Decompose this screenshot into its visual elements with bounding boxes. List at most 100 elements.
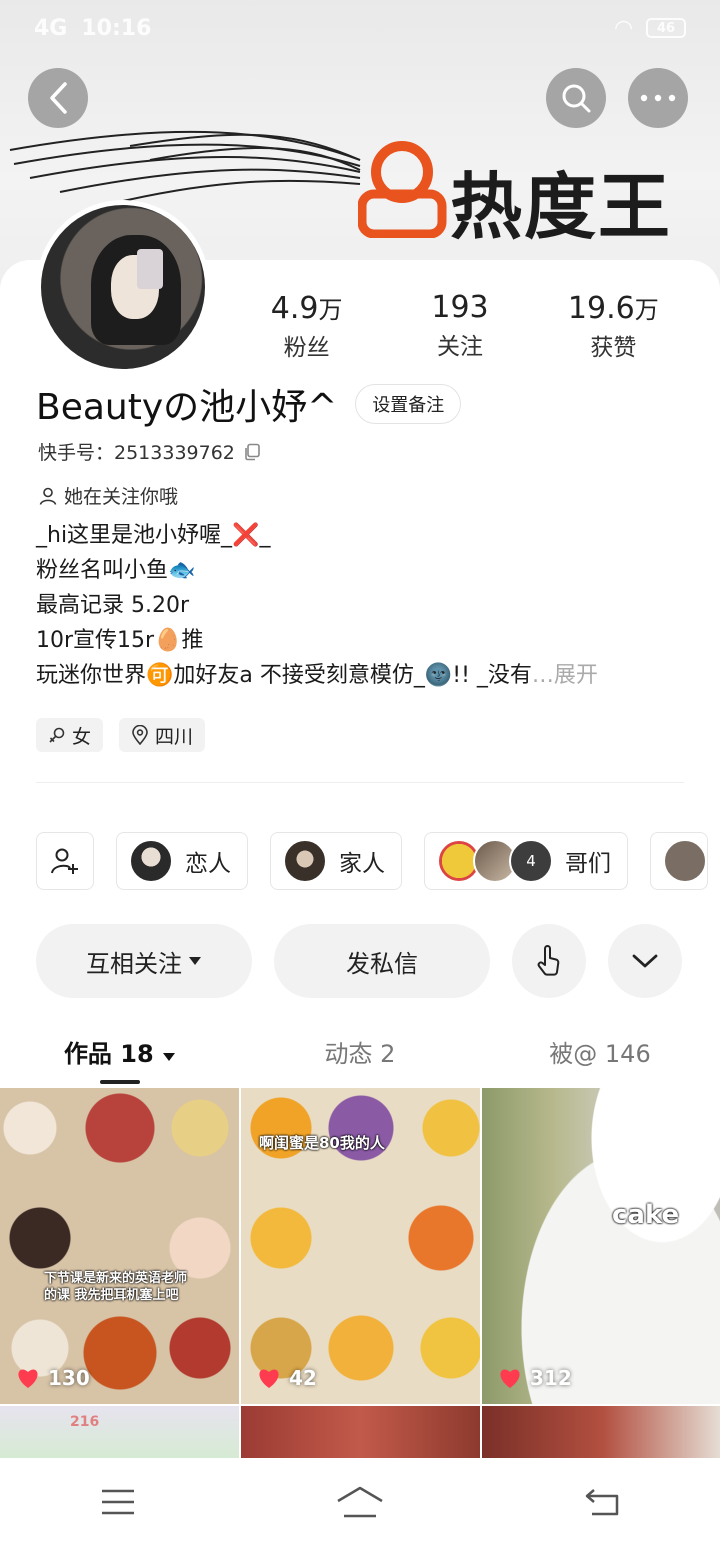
post-thumbnail[interactable]: 216 xyxy=(0,1406,239,1458)
profile-tags: 女 四川 xyxy=(36,718,206,752)
stat-fans[interactable]: 4.9万 粉丝 xyxy=(230,290,383,362)
wifi-icon: ◠ xyxy=(615,15,632,41)
post-thumbnail[interactable] xyxy=(482,1406,720,1458)
caret-down-icon xyxy=(163,1053,176,1061)
post-likes-count: 130 xyxy=(48,1366,90,1390)
stat-following-value: 193 xyxy=(431,290,489,325)
divider xyxy=(36,782,684,783)
female-icon xyxy=(49,727,65,743)
relation-avatar xyxy=(663,839,707,883)
back-button[interactable] xyxy=(28,68,88,128)
tab-works-label: 作品 18 xyxy=(63,1040,154,1068)
tab-mentions[interactable]: 被@ 146 xyxy=(480,1020,720,1086)
stat-likes[interactable]: 19.6万 获赞 xyxy=(537,290,690,362)
location-tag: 四川 xyxy=(119,718,206,752)
stat-likes-label: 获赞 xyxy=(590,335,637,361)
stat-fans-value: 4.9 xyxy=(270,291,319,326)
relation-buddies[interactable]: 4 哥们 xyxy=(424,832,628,890)
post-likes-count: 312 xyxy=(530,1366,572,1390)
add-relation-button[interactable] xyxy=(36,832,94,890)
banner-title: 热度王 xyxy=(450,164,673,249)
follows-you-text: 她在关注你哦 xyxy=(64,486,179,508)
wings-graphic xyxy=(9,130,361,205)
bio-line-last: 玩迷你世界🉑加好友a 不接受刻意模仿_🌚!! _没有…展开 xyxy=(36,658,686,693)
set-remark-button[interactable]: 设置备注 xyxy=(355,384,462,424)
search-button[interactable] xyxy=(546,68,606,128)
stat-likes-value: 19.6 xyxy=(567,291,635,326)
heart-icon xyxy=(500,1369,520,1388)
stat-fans-unit: 万 xyxy=(318,296,343,324)
heart-icon xyxy=(259,1369,279,1388)
relation-avatar: 4 xyxy=(509,839,553,883)
mutual-follow-label: 互相关注 xyxy=(86,949,182,978)
add-person-icon xyxy=(51,848,78,874)
more-dots-icon xyxy=(640,94,676,102)
copy-icon[interactable] xyxy=(243,443,261,461)
bio-expand-link[interactable]: …展开 xyxy=(532,663,598,688)
relation-family[interactable]: 家人 xyxy=(270,832,402,890)
bio-line: _hi这里是池小妤喔_❌_ xyxy=(36,523,271,548)
post-likes: 130 xyxy=(16,1366,90,1390)
location-pin-icon xyxy=(132,725,148,745)
chevron-left-icon xyxy=(50,82,67,114)
bio-line: 最高记录 5.20r xyxy=(36,593,190,618)
back-nav-icon[interactable] xyxy=(584,1487,620,1517)
post-thumbnail[interactable] xyxy=(241,1406,480,1458)
post-badge: 216 xyxy=(70,1414,100,1430)
status-bar: 4G 10:16 ◠ 46 xyxy=(0,0,720,56)
action-row: 互相关注 发私信 xyxy=(36,924,682,998)
relation-avatar-stack: 4 xyxy=(437,839,553,883)
gender-label: 女 xyxy=(72,725,92,748)
search-icon xyxy=(562,84,591,113)
name-row: Beautyの池小妤^ 设置备注 xyxy=(36,378,462,430)
caret-down-icon xyxy=(189,957,201,965)
relation-label: 家人 xyxy=(339,851,385,877)
system-nav-bar xyxy=(0,1460,720,1544)
post-thumbnail[interactable]: 啊闺蜜是80我的人 42 xyxy=(241,1088,480,1404)
stat-following[interactable]: 193 关注 xyxy=(383,290,536,362)
post-thumbnail[interactable]: 下节课是新来的英语老师的课 我先把耳机塞上吧 130 xyxy=(0,1088,239,1404)
tab-moments[interactable]: 动态 2 xyxy=(240,1020,480,1086)
bio-last-text: 玩迷你世界🉑加好友a 不接受刻意模仿_🌚!! _没有 xyxy=(36,663,532,688)
relation-label: 哥们 xyxy=(565,851,611,877)
post-caption: 下节课是新来的英语老师的课 我先把耳机塞上吧 xyxy=(44,1271,188,1303)
status-time: 10:16 xyxy=(81,15,152,41)
menu-icon[interactable] xyxy=(100,1488,136,1516)
kuaishou-id: 快手号：2513339762 xyxy=(38,442,235,464)
og-logo xyxy=(358,141,447,238)
poke-button[interactable] xyxy=(512,924,586,998)
bio-line: 粉丝名叫小鱼🐟 xyxy=(36,558,196,583)
post-caption: cake xyxy=(612,1200,680,1230)
mutual-follow-button[interactable]: 互相关注 xyxy=(36,924,252,998)
heart-icon xyxy=(18,1369,38,1388)
avatar[interactable] xyxy=(36,200,210,374)
post-likes-count: 42 xyxy=(289,1366,317,1390)
post-caption: 啊闺蜜是80我的人 xyxy=(259,1134,385,1152)
relation-lover[interactable]: 恋人 xyxy=(116,832,248,890)
home-icon[interactable] xyxy=(336,1485,384,1519)
stat-fans-label: 粉丝 xyxy=(283,335,330,361)
relation-avatar xyxy=(283,839,327,883)
post-thumbnail[interactable]: cake 312 xyxy=(482,1088,720,1404)
content-tabs: 作品 18 动态 2 被@ 146 xyxy=(0,1020,720,1086)
bio-line: 10r宣传15r🥚推 xyxy=(36,628,204,653)
relation-extra-count: 4 xyxy=(526,852,536,870)
posts-grid: 下节课是新来的英语老师的课 我先把耳机塞上吧 130 啊闺蜜是80我的人 42 … xyxy=(0,1088,720,1458)
profile-stats: 4.9万 粉丝 193 关注 19.6万 获赞 xyxy=(230,290,690,362)
user-name: Beautyの池小妤^ xyxy=(36,387,338,428)
gender-tag: 女 xyxy=(36,718,104,752)
person-icon xyxy=(39,487,57,505)
expand-more-button[interactable] xyxy=(608,924,682,998)
more-button[interactable] xyxy=(628,68,688,128)
stat-following-label: 关注 xyxy=(436,334,483,360)
bio: _hi这里是池小妤喔_❌_ 粉丝名叫小鱼🐟 最高记录 5.20r 10r宣传15… xyxy=(36,518,686,693)
chevron-down-icon xyxy=(632,954,658,968)
hand-tap-icon xyxy=(537,945,560,976)
relations-row: 恋人 家人 4 哥们 xyxy=(36,832,708,890)
send-message-button[interactable]: 发私信 xyxy=(274,924,490,998)
relation-partial[interactable] xyxy=(650,832,708,890)
relation-label: 恋人 xyxy=(185,851,231,877)
signal-indicator: 4G xyxy=(34,15,68,41)
battery-icon: 46 xyxy=(646,18,686,38)
tab-works[interactable]: 作品 18 xyxy=(0,1020,240,1086)
